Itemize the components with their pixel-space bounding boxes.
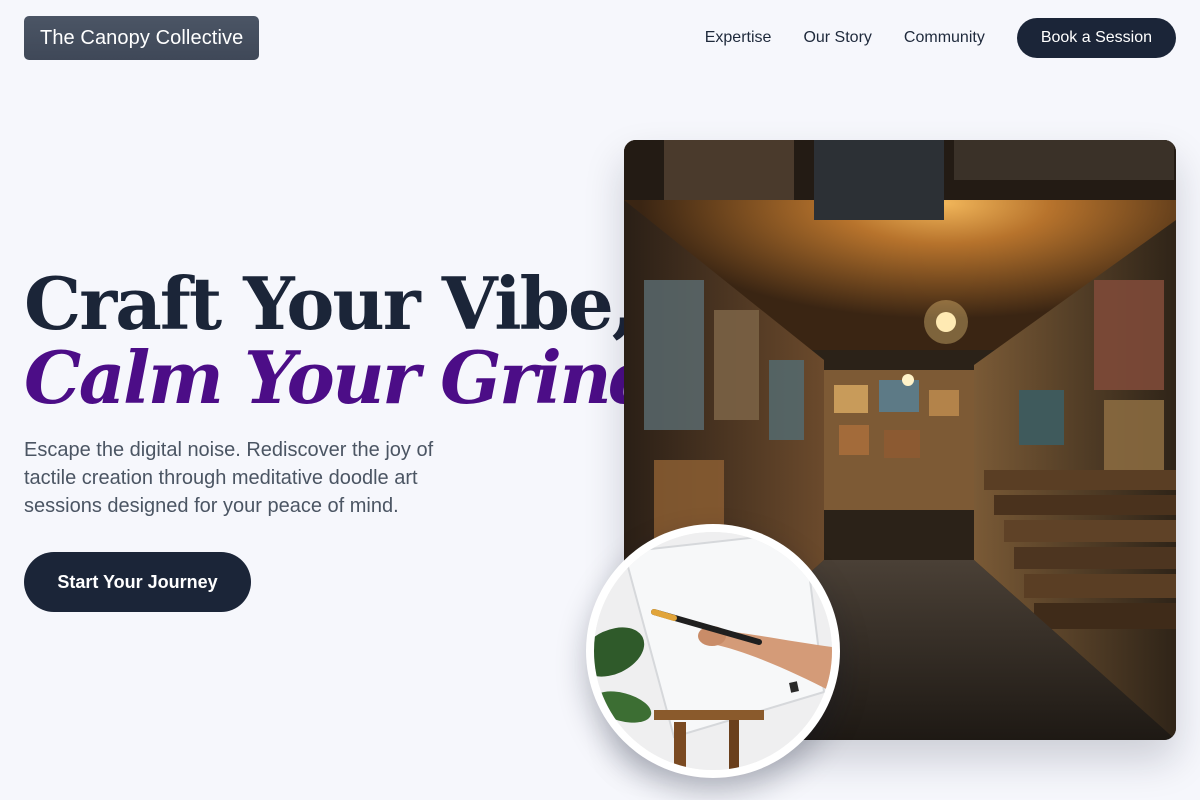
book-session-button[interactable]: Book a Session (1016, 18, 1176, 58)
nav-link-our-story[interactable]: Our Story (803, 29, 871, 47)
hero-title-line2: Calm Your Grind. (24, 335, 682, 420)
hero-description: Escape the digital noise. Rediscover the… (24, 439, 434, 517)
nav-link-expertise[interactable]: Expertise (705, 29, 772, 47)
start-journey-button[interactable]: Start Your Journey (24, 552, 251, 612)
nav-links: Expertise Our Story Community Book a Ses… (705, 18, 1176, 58)
brand-logo[interactable]: The Canopy Collective (24, 16, 260, 60)
hero-title-line1: Craft Your Vibe, (24, 261, 637, 346)
nav-link-community[interactable]: Community (904, 29, 985, 47)
inset-painting-illustration (594, 532, 832, 770)
top-navigation: The Canopy Collective Expertise Our Stor… (24, 16, 1176, 60)
inset-painting-photo (586, 524, 840, 778)
